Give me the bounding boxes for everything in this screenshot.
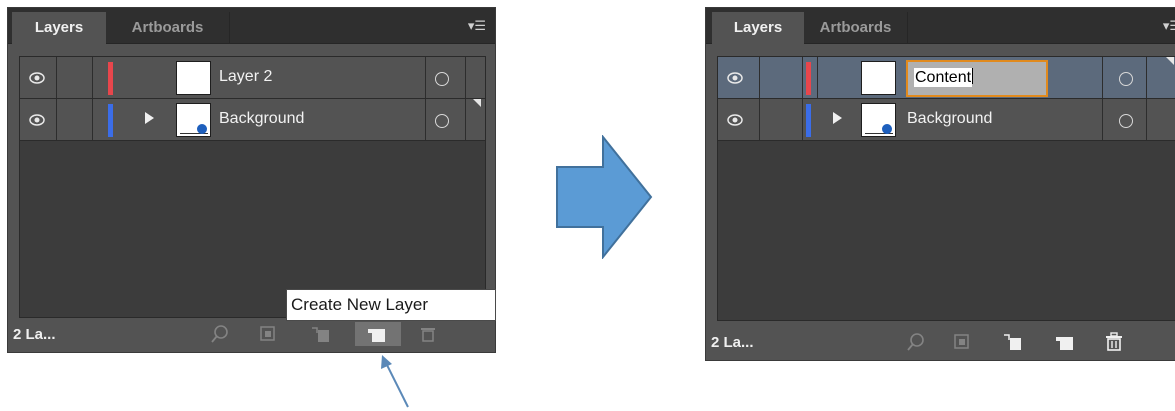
- eye-icon[interactable]: [727, 112, 743, 128]
- transition-arrow: [556, 135, 653, 259]
- layer-count: 2 La...: [711, 334, 754, 351]
- layer-row-background[interactable]: Background: [718, 99, 1175, 141]
- layer-row-background[interactable]: Background: [20, 99, 485, 141]
- delete-icon[interactable]: [1102, 330, 1126, 354]
- layer-name[interactable]: Background: [219, 110, 304, 128]
- layer-color-bar: [108, 104, 113, 137]
- eye-icon[interactable]: [727, 70, 743, 86]
- layers-panel-after: Layers Artboards ▾☰ Content Backgrou: [705, 7, 1175, 361]
- eye-icon[interactable]: [29, 70, 45, 86]
- eye-icon[interactable]: [29, 112, 45, 128]
- search-icon[interactable]: [208, 322, 232, 346]
- tab-artboards[interactable]: Artboards: [804, 12, 908, 44]
- layer-name[interactable]: Layer 2: [219, 68, 272, 86]
- delete-icon[interactable]: [416, 322, 440, 346]
- create-sublayer-icon[interactable]: [308, 322, 332, 346]
- layer-name-text: Content: [914, 68, 973, 87]
- panel-footer: 2 La...: [706, 324, 1175, 360]
- expand-triangle-icon[interactable]: [833, 112, 842, 124]
- make-clip-mask-icon[interactable]: [256, 322, 280, 346]
- expand-triangle-icon[interactable]: [145, 112, 154, 124]
- panel-footer: 2 La...: [8, 316, 495, 352]
- layers-list: Content Background: [717, 56, 1175, 321]
- tab-layers[interactable]: Layers: [712, 12, 804, 44]
- target-circle-icon[interactable]: [1119, 114, 1133, 128]
- layer-color-bar: [806, 104, 811, 137]
- pointer-arrow: [381, 355, 409, 408]
- selection-corner-marker: [473, 99, 481, 107]
- layers-list: Layer 2 Background: [19, 56, 486, 318]
- create-new-layer-icon[interactable]: [355, 322, 401, 346]
- tooltip-create-new-layer: Create New Layer: [286, 289, 496, 321]
- tab-artboards[interactable]: Artboards: [106, 12, 230, 44]
- layer-row-content[interactable]: Content: [718, 57, 1175, 99]
- layer-name-input[interactable]: Content: [906, 60, 1048, 97]
- search-icon[interactable]: [904, 330, 928, 354]
- panel-tab-bar: Layers Artboards ▾☰: [8, 8, 495, 44]
- layer-color-bar: [108, 62, 113, 95]
- layer-thumbnail: [861, 61, 896, 95]
- layer-color-bar: [806, 62, 811, 95]
- layer-name[interactable]: Background: [907, 110, 992, 128]
- selection-corner-marker: [1166, 57, 1174, 65]
- target-circle-icon[interactable]: [1119, 72, 1133, 86]
- layer-row-layer-2[interactable]: Layer 2: [20, 57, 485, 99]
- panel-menu-icon[interactable]: ▾☰: [1163, 18, 1175, 34]
- target-circle-icon[interactable]: [435, 72, 449, 86]
- create-new-layer-icon[interactable]: [1052, 330, 1076, 354]
- layer-count: 2 La...: [13, 326, 56, 343]
- panel-menu-icon[interactable]: ▾☰: [468, 18, 486, 34]
- panel-tab-bar: Layers Artboards ▾☰: [706, 8, 1175, 44]
- layer-thumbnail: [176, 103, 211, 137]
- layer-thumbnail: [861, 103, 896, 137]
- tab-layers[interactable]: Layers: [12, 12, 106, 44]
- target-circle-icon[interactable]: [435, 114, 449, 128]
- make-clip-mask-icon[interactable]: [950, 330, 974, 354]
- layer-thumbnail: [176, 61, 211, 95]
- create-sublayer-icon[interactable]: [1000, 330, 1024, 354]
